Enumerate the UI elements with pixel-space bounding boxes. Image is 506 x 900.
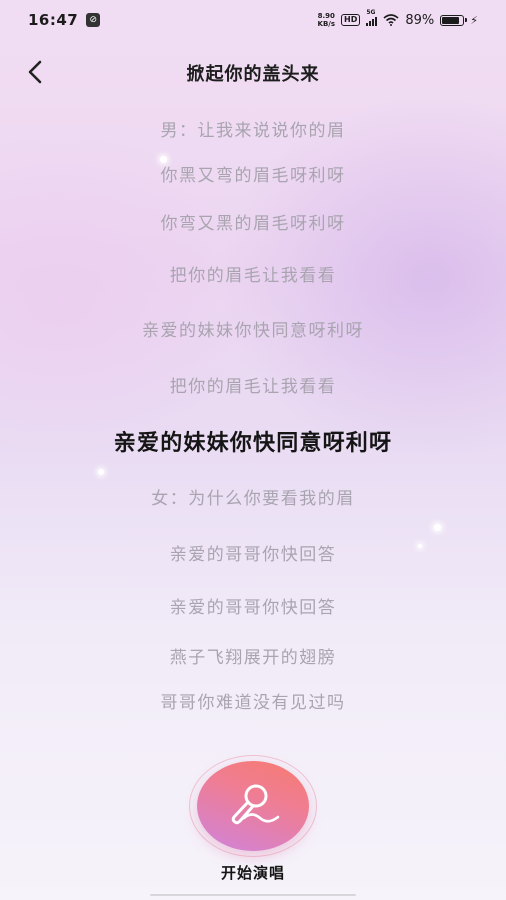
lyric-line: 女：为什么你要看我的眉 [151, 489, 355, 509]
sparkle-dot [160, 156, 167, 163]
charging-bolt-icon: ⚡ [470, 13, 478, 27]
microphone-icon [231, 784, 280, 825]
sparkle-dot [418, 544, 422, 548]
lyric-line: 男：让我来说说你的眉 [160, 121, 346, 141]
status-bar: 16:47 ⊘ 8.90 KB/s HD 5G 89% ⚡ [0, 0, 506, 40]
lyric-line: 燕子飞翔展开的翅膀 [169, 648, 337, 668]
nav-bar: 掀起你的盖头来 [0, 50, 506, 94]
battery-percentage: 89% [405, 12, 435, 28]
battery-icon [440, 14, 468, 26]
lyric-line-current: 亲爱的妹妹你快同意呀利呀 [113, 431, 393, 456]
signal-type-label: 5G [366, 9, 376, 16]
lyric-line: 你黑又弯的眉毛呀利呀 [160, 166, 346, 186]
start-singing-button[interactable] [197, 761, 309, 851]
lyric-line: 把你的眉毛让我看看 [169, 266, 337, 286]
status-time: 16:47 [28, 11, 79, 29]
sparkle-dot [98, 469, 104, 475]
status-left: 16:47 ⊘ [28, 11, 101, 29]
hd-icon: HD [341, 14, 361, 26]
notification-app-icon: ⊘ [86, 13, 101, 27]
status-right: 8.90 KB/s HD 5G 89% ⚡ [318, 9, 478, 28]
network-speed-value: 8.90 [317, 12, 335, 20]
network-speed-unit: KB/s [317, 20, 336, 28]
start-singing-label[interactable]: 开始演唱 [0, 862, 506, 883]
wifi-icon [383, 14, 399, 26]
network-speed: 8.90 KB/s [318, 12, 335, 28]
lyric-line: 亲爱的哥哥你快回答 [169, 545, 337, 565]
page-title: 掀起你的盖头来 [186, 64, 320, 85]
lyric-line: 亲爱的哥哥你快回答 [169, 598, 337, 618]
lyric-line: 把你的眉毛让我看看 [169, 377, 337, 397]
signal-icon: 5G [366, 9, 378, 26]
lyric-line: 哥哥你难道没有见过吗 [160, 693, 346, 713]
lyric-line: 亲爱的妹妹你快同意呀利呀 [142, 321, 364, 341]
sparkle-dot [434, 524, 441, 531]
home-indicator [150, 894, 356, 896]
lyric-line: 你弯又黑的眉毛呀利呀 [160, 214, 346, 234]
